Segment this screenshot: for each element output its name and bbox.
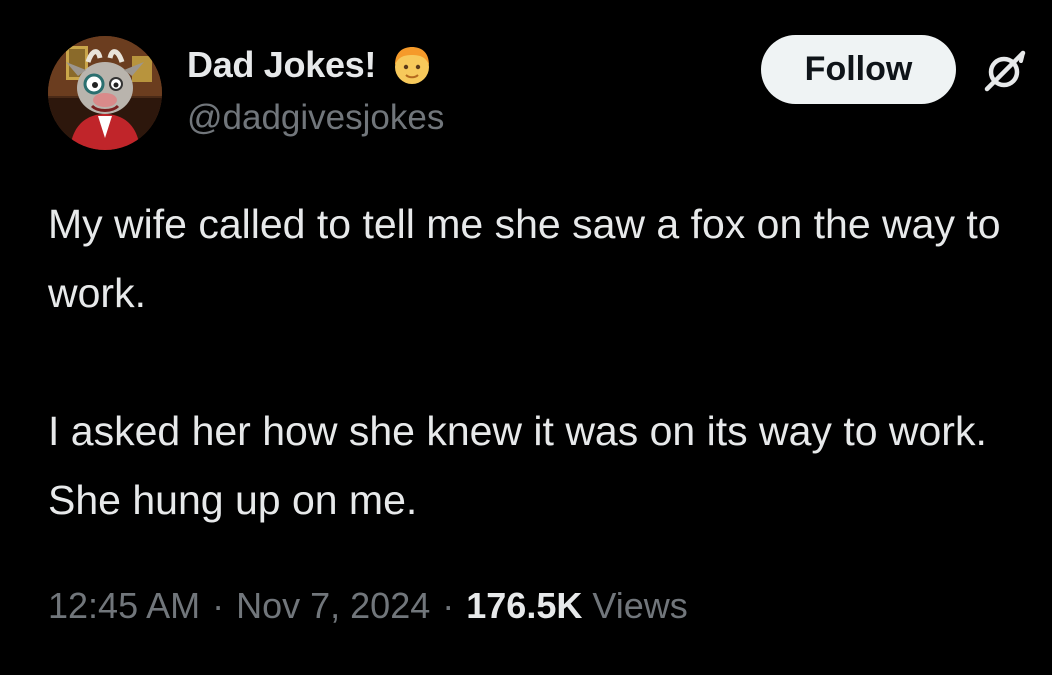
tweet-paragraph: My wife called to tell me she saw a fox … bbox=[48, 201, 1001, 316]
avatar-illustration bbox=[48, 36, 162, 150]
author-name[interactable]: Dad Jokes! bbox=[187, 44, 376, 86]
views-label: Views bbox=[592, 585, 688, 626]
meta-separator: · bbox=[442, 585, 455, 626]
avatar[interactable] bbox=[48, 36, 162, 150]
tweet-time[interactable]: 12:45 AM bbox=[48, 585, 200, 626]
meta-separator: · bbox=[212, 585, 225, 626]
views-count[interactable]: 176.5K bbox=[466, 585, 582, 626]
follow-button[interactable]: Follow bbox=[761, 35, 956, 104]
tweet-date[interactable]: Nov 7, 2024 bbox=[236, 585, 430, 626]
tweet-paragraph: I asked her how she knew it was on its w… bbox=[48, 408, 987, 523]
author-name-row: Dad Jokes! bbox=[187, 40, 434, 90]
grok-button[interactable] bbox=[978, 42, 1034, 98]
man-face-emoji-icon bbox=[395, 47, 430, 84]
grok-icon bbox=[984, 50, 1026, 92]
author-handle[interactable]: @dadgivesjokes bbox=[187, 98, 444, 138]
tweet-text: My wife called to tell me she saw a fox … bbox=[48, 190, 1008, 535]
tweet-card: Dad Jokes! @dadgivesjokes Follow My wife… bbox=[0, 0, 1052, 675]
tweet-meta: 12:45 AM · Nov 7, 2024 · 176.5K Views bbox=[48, 585, 688, 627]
